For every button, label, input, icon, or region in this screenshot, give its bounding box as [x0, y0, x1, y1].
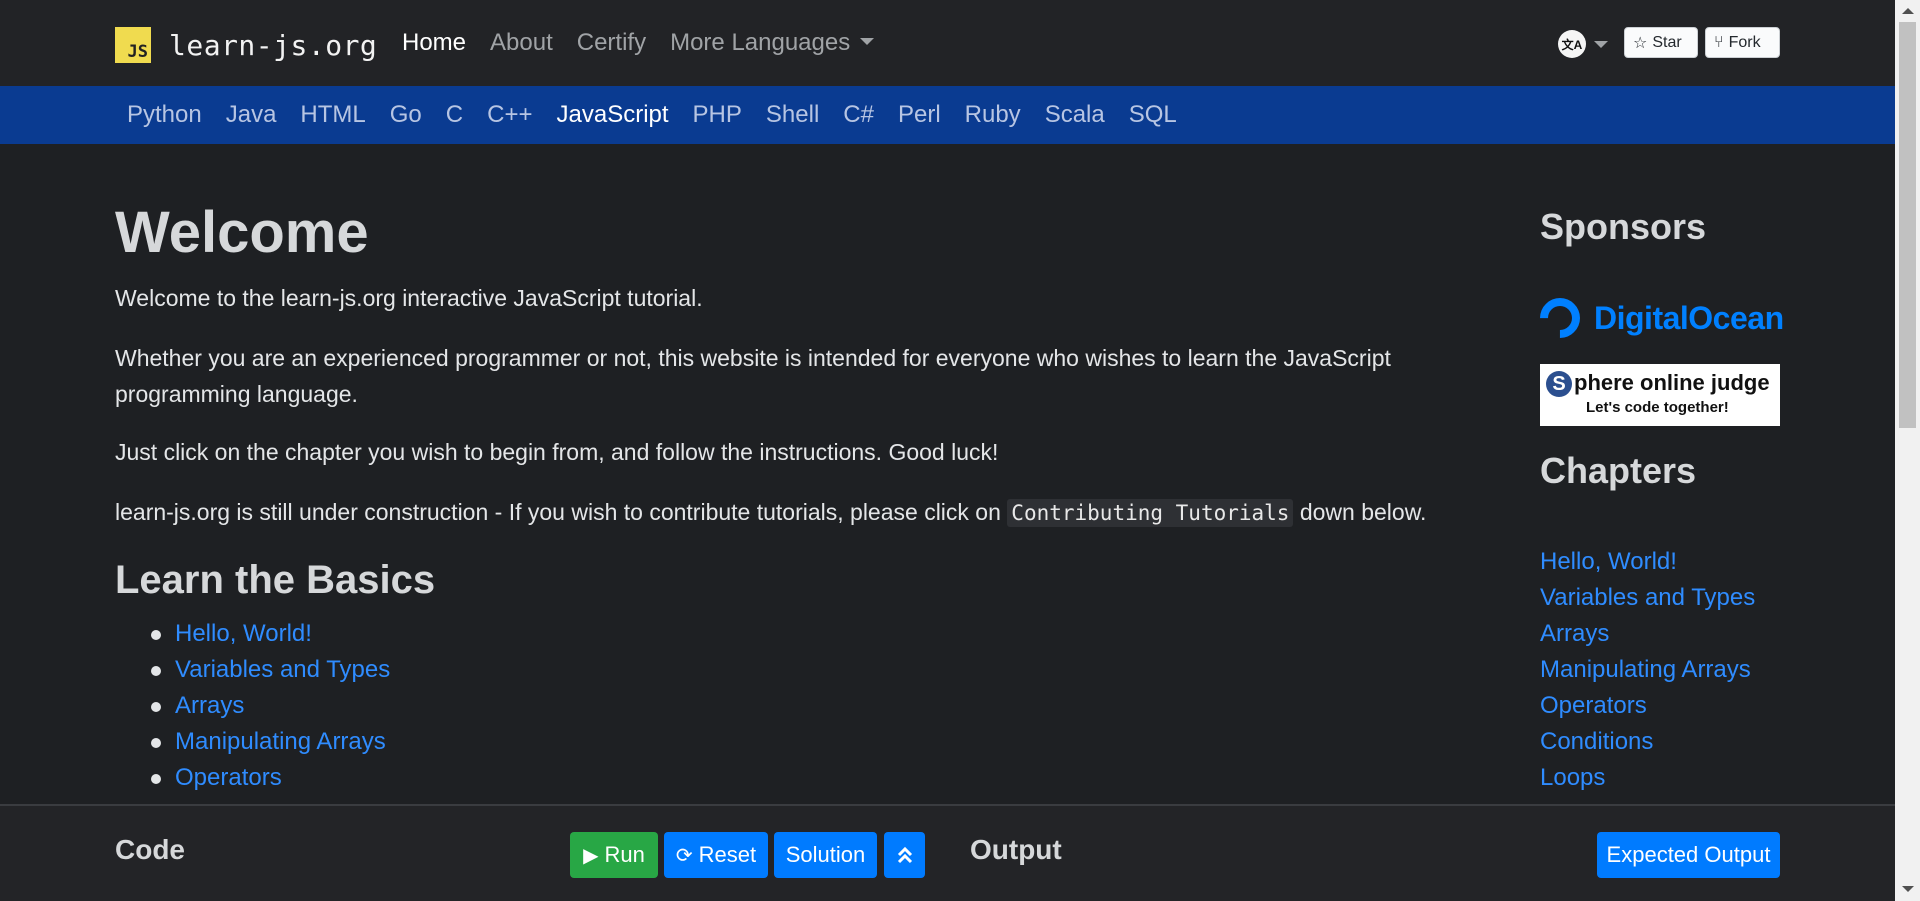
fork-label: Fork [1728, 33, 1761, 51]
basics-list: Hello, World! Variables and Types Arrays… [150, 616, 390, 796]
list-item: Conditions [1540, 724, 1755, 760]
expected-output-label: Expected Output [1606, 842, 1771, 867]
intro-paragraph: Welcome to the learn-js.org interactive … [115, 285, 703, 311]
solution-label: Solution [785, 842, 866, 867]
list-item: Variables and Types [150, 652, 390, 688]
chevron-down-icon [1594, 40, 1608, 48]
chapters-title: Chapters [1540, 450, 1697, 491]
learn-basics-title: Learn the Basics [115, 558, 436, 602]
refresh-icon: ⟳ [675, 844, 693, 867]
list-item: Manipulating Arrays [150, 724, 390, 760]
lang-go[interactable]: Go [378, 101, 434, 129]
spoj-title: phere online judge [1574, 370, 1770, 395]
list-item: Operators [1540, 688, 1755, 724]
run-label: Run [604, 842, 645, 867]
lang-python[interactable]: Python [115, 101, 214, 129]
chapter-link-loops[interactable]: Loops [1540, 764, 1605, 791]
chapter-link-arrays[interactable]: Arrays [1540, 620, 1609, 647]
lang-sql[interactable]: SQL [1117, 101, 1189, 129]
double-chevron-up-icon [897, 846, 912, 864]
list-item: Manipulating Arrays [1540, 652, 1755, 688]
chapter-link-conditions[interactable]: Conditions [1540, 728, 1653, 755]
lang-csharp[interactable]: C# [831, 101, 886, 129]
contribute-text-before: learn-js.org is still under construction… [115, 499, 1008, 525]
chapters-list: Hello, World! Variables and Types Arrays… [1540, 544, 1755, 796]
fork-icon: ⑂ [1714, 33, 1724, 51]
chapter-link-hello-world[interactable]: Hello, World! [1540, 548, 1677, 575]
basics-link-arrays[interactable]: Arrays [175, 692, 244, 719]
logo-text: JS [127, 42, 148, 62]
lang-scala[interactable]: Scala [1033, 101, 1117, 129]
list-item: Hello, World! [150, 616, 390, 652]
digitalocean-sponsor-link[interactable]: DigitalOcean [1531, 289, 1784, 347]
list-item: Arrays [150, 688, 390, 724]
page-title: Welcome [115, 200, 369, 265]
code-label: Code [115, 834, 185, 865]
scroll-down-arrow-icon[interactable] [1902, 886, 1914, 892]
basics-link-hello-world[interactable]: Hello, World! [175, 620, 312, 647]
spoj-subtitle: Let's code together! [1586, 399, 1729, 416]
lang-cpp[interactable]: C++ [475, 101, 544, 129]
reset-label: Reset [698, 842, 757, 867]
basics-link-variables-types[interactable]: Variables and Types [175, 656, 390, 683]
audience-paragraph: Whether you are an experienced programme… [115, 345, 1391, 407]
chapter-link-operators[interactable]: Operators [1540, 692, 1647, 719]
github-fork-button[interactable]: ⑂ Fork [1705, 27, 1780, 58]
scroll-up-arrow-icon[interactable] [1902, 8, 1914, 14]
output-label: Output [970, 834, 1062, 865]
top-nav: Home About Certify More Languages [402, 0, 898, 86]
brand-name: learn-js.org [169, 28, 378, 62]
scrollbar-thumb[interactable] [1899, 22, 1916, 428]
play-icon: ▶ [583, 844, 599, 867]
chapter-link-variables-types[interactable]: Variables and Types [1540, 584, 1755, 611]
contribute-text-after: down below. [1293, 499, 1427, 525]
code-panel-bar: Code ▶ Run ⟳ Reset Solution Output Expec… [0, 804, 1895, 901]
translate-icon: 文A [1558, 30, 1586, 58]
list-item: Hello, World! [1540, 544, 1755, 580]
nav-certify[interactable]: Certify [577, 29, 646, 57]
lang-java[interactable]: Java [214, 101, 289, 129]
nav-about[interactable]: About [490, 29, 553, 57]
basics-link-manipulating-arrays[interactable]: Manipulating Arrays [175, 728, 386, 755]
brand-link[interactable]: JS learn-js.org [115, 27, 377, 63]
lang-shell[interactable]: Shell [754, 101, 831, 129]
top-navbar: JS learn-js.org Home About Certify More … [0, 0, 1895, 86]
contributing-tutorials-code: Contributing Tutorials [1007, 499, 1294, 527]
language-switch[interactable]: 文A [1558, 30, 1608, 58]
star-label: Star [1652, 33, 1682, 51]
chevron-down-icon [860, 38, 875, 45]
digitalocean-text: DigitalOcean [1594, 299, 1784, 336]
expected-output-button[interactable]: Expected Output [1597, 832, 1780, 878]
contribute-paragraph: learn-js.org is still under construction… [115, 494, 1495, 531]
nav-more-languages-label: More Languages [670, 29, 851, 56]
lang-ruby[interactable]: Ruby [953, 101, 1033, 129]
list-item: Operators [150, 760, 390, 796]
list-item: Loops [1540, 760, 1755, 796]
lang-javascript[interactable]: JavaScript [545, 101, 681, 129]
lang-php[interactable]: PHP [681, 101, 754, 129]
star-icon: ☆ [1633, 34, 1648, 52]
spoj-logo-icon: S [1546, 371, 1572, 397]
run-button[interactable]: ▶ Run [570, 832, 658, 878]
list-item: Arrays [1540, 616, 1755, 652]
instructions-paragraph: Just click on the chapter you wish to be… [115, 439, 999, 465]
page-scrollbar[interactable] [1895, 0, 1920, 901]
js-logo-icon: JS [115, 27, 151, 63]
lang-c[interactable]: C [434, 101, 475, 129]
nav-home[interactable]: Home [402, 29, 466, 57]
nav-more-languages[interactable]: More Languages [670, 29, 875, 57]
github-star-button[interactable]: ☆ Star [1624, 27, 1698, 58]
digitalocean-logo-icon [1531, 289, 1589, 347]
language-bar: Python Java HTML Go C C++ JavaScript PHP… [0, 86, 1895, 144]
solution-button[interactable]: Solution [774, 832, 877, 878]
expand-panel-button[interactable] [884, 832, 925, 878]
spoj-sponsor-link[interactable]: S phere online judge Let's code together… [1540, 364, 1780, 426]
reset-button[interactable]: ⟳ Reset [664, 832, 768, 878]
lang-perl[interactable]: Perl [886, 101, 953, 129]
chapter-link-manipulating-arrays[interactable]: Manipulating Arrays [1540, 656, 1751, 683]
lang-html[interactable]: HTML [288, 101, 377, 129]
basics-link-operators[interactable]: Operators [175, 764, 282, 791]
sponsors-title: Sponsors [1540, 206, 1707, 247]
list-item: Variables and Types [1540, 580, 1755, 616]
